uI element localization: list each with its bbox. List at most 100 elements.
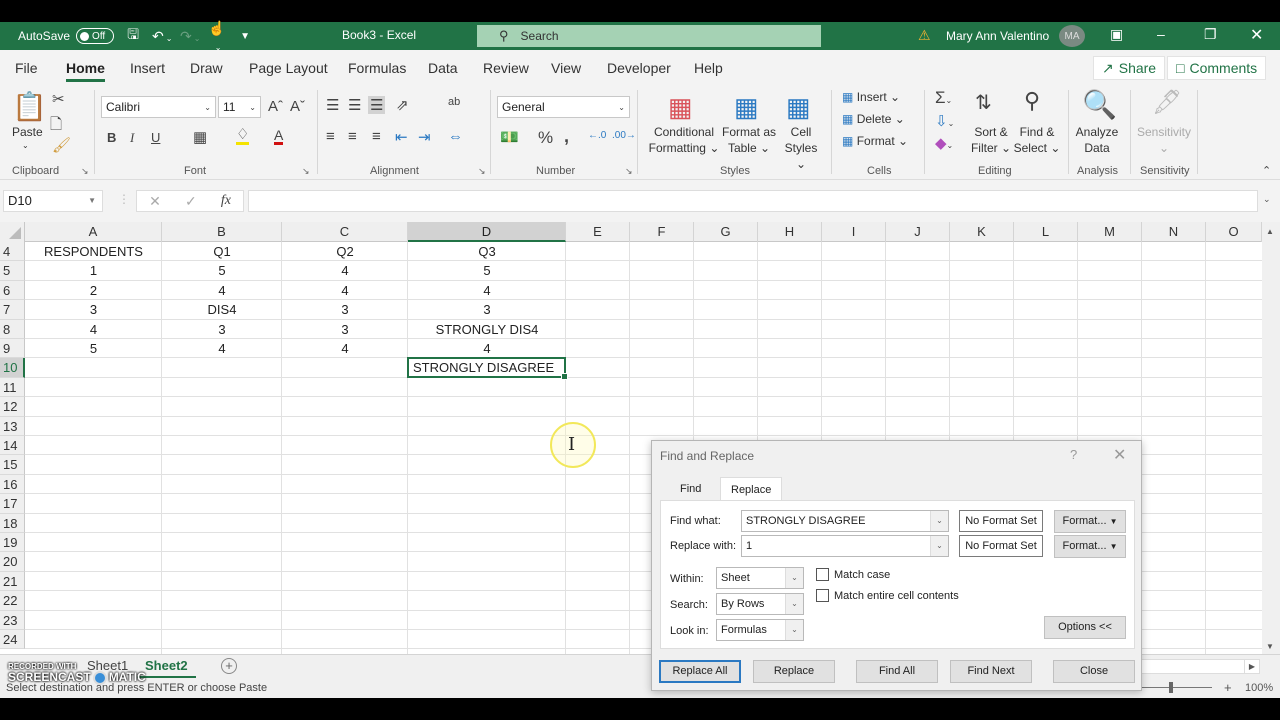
align-center-icon[interactable]: ≡: [348, 128, 357, 145]
comments-button[interactable]: □ Comments: [1167, 56, 1267, 80]
autosum-icon[interactable]: Σ⌄: [935, 88, 952, 108]
cell-a9[interactable]: 5: [25, 339, 162, 358]
autosave-toggle[interactable]: Off: [76, 28, 115, 44]
increase-indent-icon[interactable]: ⇥: [418, 128, 431, 146]
column-header-j[interactable]: J: [886, 222, 950, 242]
delete-cells-button[interactable]: ▦ Delete ⌄: [842, 112, 905, 126]
cell-c9[interactable]: 4: [282, 339, 408, 358]
close-window-icon[interactable]: ✕: [1250, 25, 1263, 45]
customize-qat-icon[interactable]: ▼: [236, 31, 254, 42]
cell-d5[interactable]: 5: [408, 261, 566, 280]
zoom-slider-thumb[interactable]: [1169, 682, 1173, 693]
align-left-icon[interactable]: ≡: [326, 128, 335, 145]
cell-a6[interactable]: 2: [25, 281, 162, 300]
accounting-format-icon[interactable]: 💵: [500, 128, 519, 146]
zoom-in-icon[interactable]: +: [1224, 680, 1232, 695]
tab-find[interactable]: Find: [670, 477, 711, 501]
row-header-17[interactable]: 17: [0, 494, 25, 514]
cell-c5[interactable]: 4: [282, 261, 408, 280]
search-order-select[interactable]: By Rows ⌄: [716, 593, 804, 615]
tab-page-layout[interactable]: Page Layout: [249, 60, 328, 76]
underline-icon[interactable]: U: [151, 130, 160, 145]
cell-c4[interactable]: Q2: [282, 242, 408, 261]
tab-developer[interactable]: Developer: [607, 60, 671, 76]
cell-a10[interactable]: [25, 358, 162, 377]
row-header-10[interactable]: 10: [0, 358, 25, 378]
autosave-control[interactable]: AutoSave Off: [18, 28, 115, 44]
cell-b9[interactable]: 4: [162, 339, 282, 358]
cell-a5[interactable]: 1: [25, 261, 162, 280]
font-launcher-icon[interactable]: ↘: [302, 166, 310, 177]
replace-format-button[interactable]: Format... ▼: [1054, 535, 1126, 558]
cell-d7[interactable]: 3: [408, 300, 566, 319]
vertical-scrollbar[interactable]: ▲ ▼: [1262, 222, 1280, 654]
column-header-d[interactable]: D: [408, 222, 566, 242]
row-header-16[interactable]: 16: [0, 474, 25, 495]
row-header-13[interactable]: 13: [0, 416, 25, 436]
sheet-tab-sheet2[interactable]: Sheet2: [137, 658, 196, 678]
row-header-21[interactable]: 21: [0, 571, 25, 592]
row-header-18[interactable]: 18: [0, 513, 25, 533]
find-what-input[interactable]: STRONGLY DISAGREE ⌄: [741, 510, 949, 532]
number-launcher-icon[interactable]: ↘: [625, 166, 633, 177]
column-header-f[interactable]: F: [630, 222, 694, 242]
cell-d4[interactable]: Q3: [408, 242, 566, 261]
font-color-icon[interactable]: A: [274, 128, 284, 145]
paste-dropdown-caret[interactable]: ⌄: [22, 138, 29, 154]
look-in-select[interactable]: Formulas ⌄: [716, 619, 804, 641]
decrease-decimal-icon[interactable]: .00→: [612, 130, 636, 141]
cell-b6[interactable]: 4: [162, 281, 282, 300]
avatar[interactable]: MA: [1059, 25, 1085, 47]
cell-c8[interactable]: 3: [282, 320, 408, 339]
replace-all-button[interactable]: Replace All: [659, 660, 741, 683]
chevron-down-icon[interactable]: ⌄: [930, 511, 948, 531]
increase-font-icon[interactable]: Aˆ: [268, 98, 283, 115]
align-right-icon[interactable]: ≡: [372, 128, 381, 145]
find-all-button[interactable]: Find All: [856, 660, 938, 683]
column-header-o[interactable]: O: [1206, 222, 1262, 242]
cell-b7[interactable]: DIS4: [162, 300, 282, 319]
cell-d8[interactable]: STRONGLY DIS4: [408, 320, 566, 339]
orientation-icon[interactable]: ⇗: [396, 96, 409, 114]
decrease-indent-icon[interactable]: ⇤: [395, 128, 408, 146]
restore-icon[interactable]: ❐: [1204, 26, 1217, 43]
formula-input[interactable]: [248, 190, 1258, 212]
cell-d6[interactable]: 4: [408, 281, 566, 300]
percent-icon[interactable]: %: [538, 128, 553, 148]
insert-function-icon[interactable]: fx: [221, 193, 231, 209]
column-header-l[interactable]: L: [1014, 222, 1078, 242]
bold-icon[interactable]: B: [107, 130, 116, 145]
row-header-5[interactable]: 5: [0, 261, 25, 281]
paste-icon[interactable]: 📋: [12, 90, 47, 123]
format-as-table-button[interactable]: Format as Table ⌄: [718, 124, 780, 156]
replace-button[interactable]: Replace: [753, 660, 835, 683]
row-header-9[interactable]: 9: [0, 339, 25, 359]
clear-icon[interactable]: ◆⌄: [935, 134, 953, 152]
fill-color-icon[interactable]: ♢: [236, 127, 250, 145]
row-header-19[interactable]: 19: [0, 533, 25, 553]
column-header-e[interactable]: E: [566, 222, 630, 242]
row-header-6[interactable]: 6: [0, 280, 25, 301]
column-header-i[interactable]: I: [822, 222, 886, 242]
redo-icon[interactable]: ↷ ⌄: [180, 28, 200, 45]
add-sheet-icon[interactable]: +: [221, 658, 237, 674]
cell-c7[interactable]: 3: [282, 300, 408, 319]
clipboard-launcher-icon[interactable]: ↘: [81, 166, 89, 177]
confirm-entry-icon[interactable]: ✓: [185, 193, 197, 210]
cell-b10[interactable]: [162, 358, 282, 377]
undo-icon[interactable]: ↶ ⌄: [152, 28, 172, 45]
borders-icon[interactable]: ▦: [193, 128, 207, 146]
increase-decimal-icon[interactable]: ←.0: [588, 130, 606, 141]
match-entire-checkbox[interactable]: [816, 589, 829, 602]
cell-a8[interactable]: 4: [25, 320, 162, 339]
cancel-entry-icon[interactable]: ✕: [149, 193, 161, 210]
column-header-c[interactable]: C: [282, 222, 408, 242]
cell-b4[interactable]: Q1: [162, 242, 282, 261]
tab-review[interactable]: Review: [483, 60, 529, 76]
analyze-data-icon[interactable]: 🔍: [1082, 88, 1117, 121]
cell-b8[interactable]: 3: [162, 320, 282, 339]
cut-icon[interactable]: ✂: [52, 90, 65, 108]
sort-filter-icon[interactable]: ⇅: [975, 90, 992, 115]
close-icon[interactable]: ✕: [1113, 445, 1126, 465]
tab-home[interactable]: Home: [66, 60, 105, 82]
